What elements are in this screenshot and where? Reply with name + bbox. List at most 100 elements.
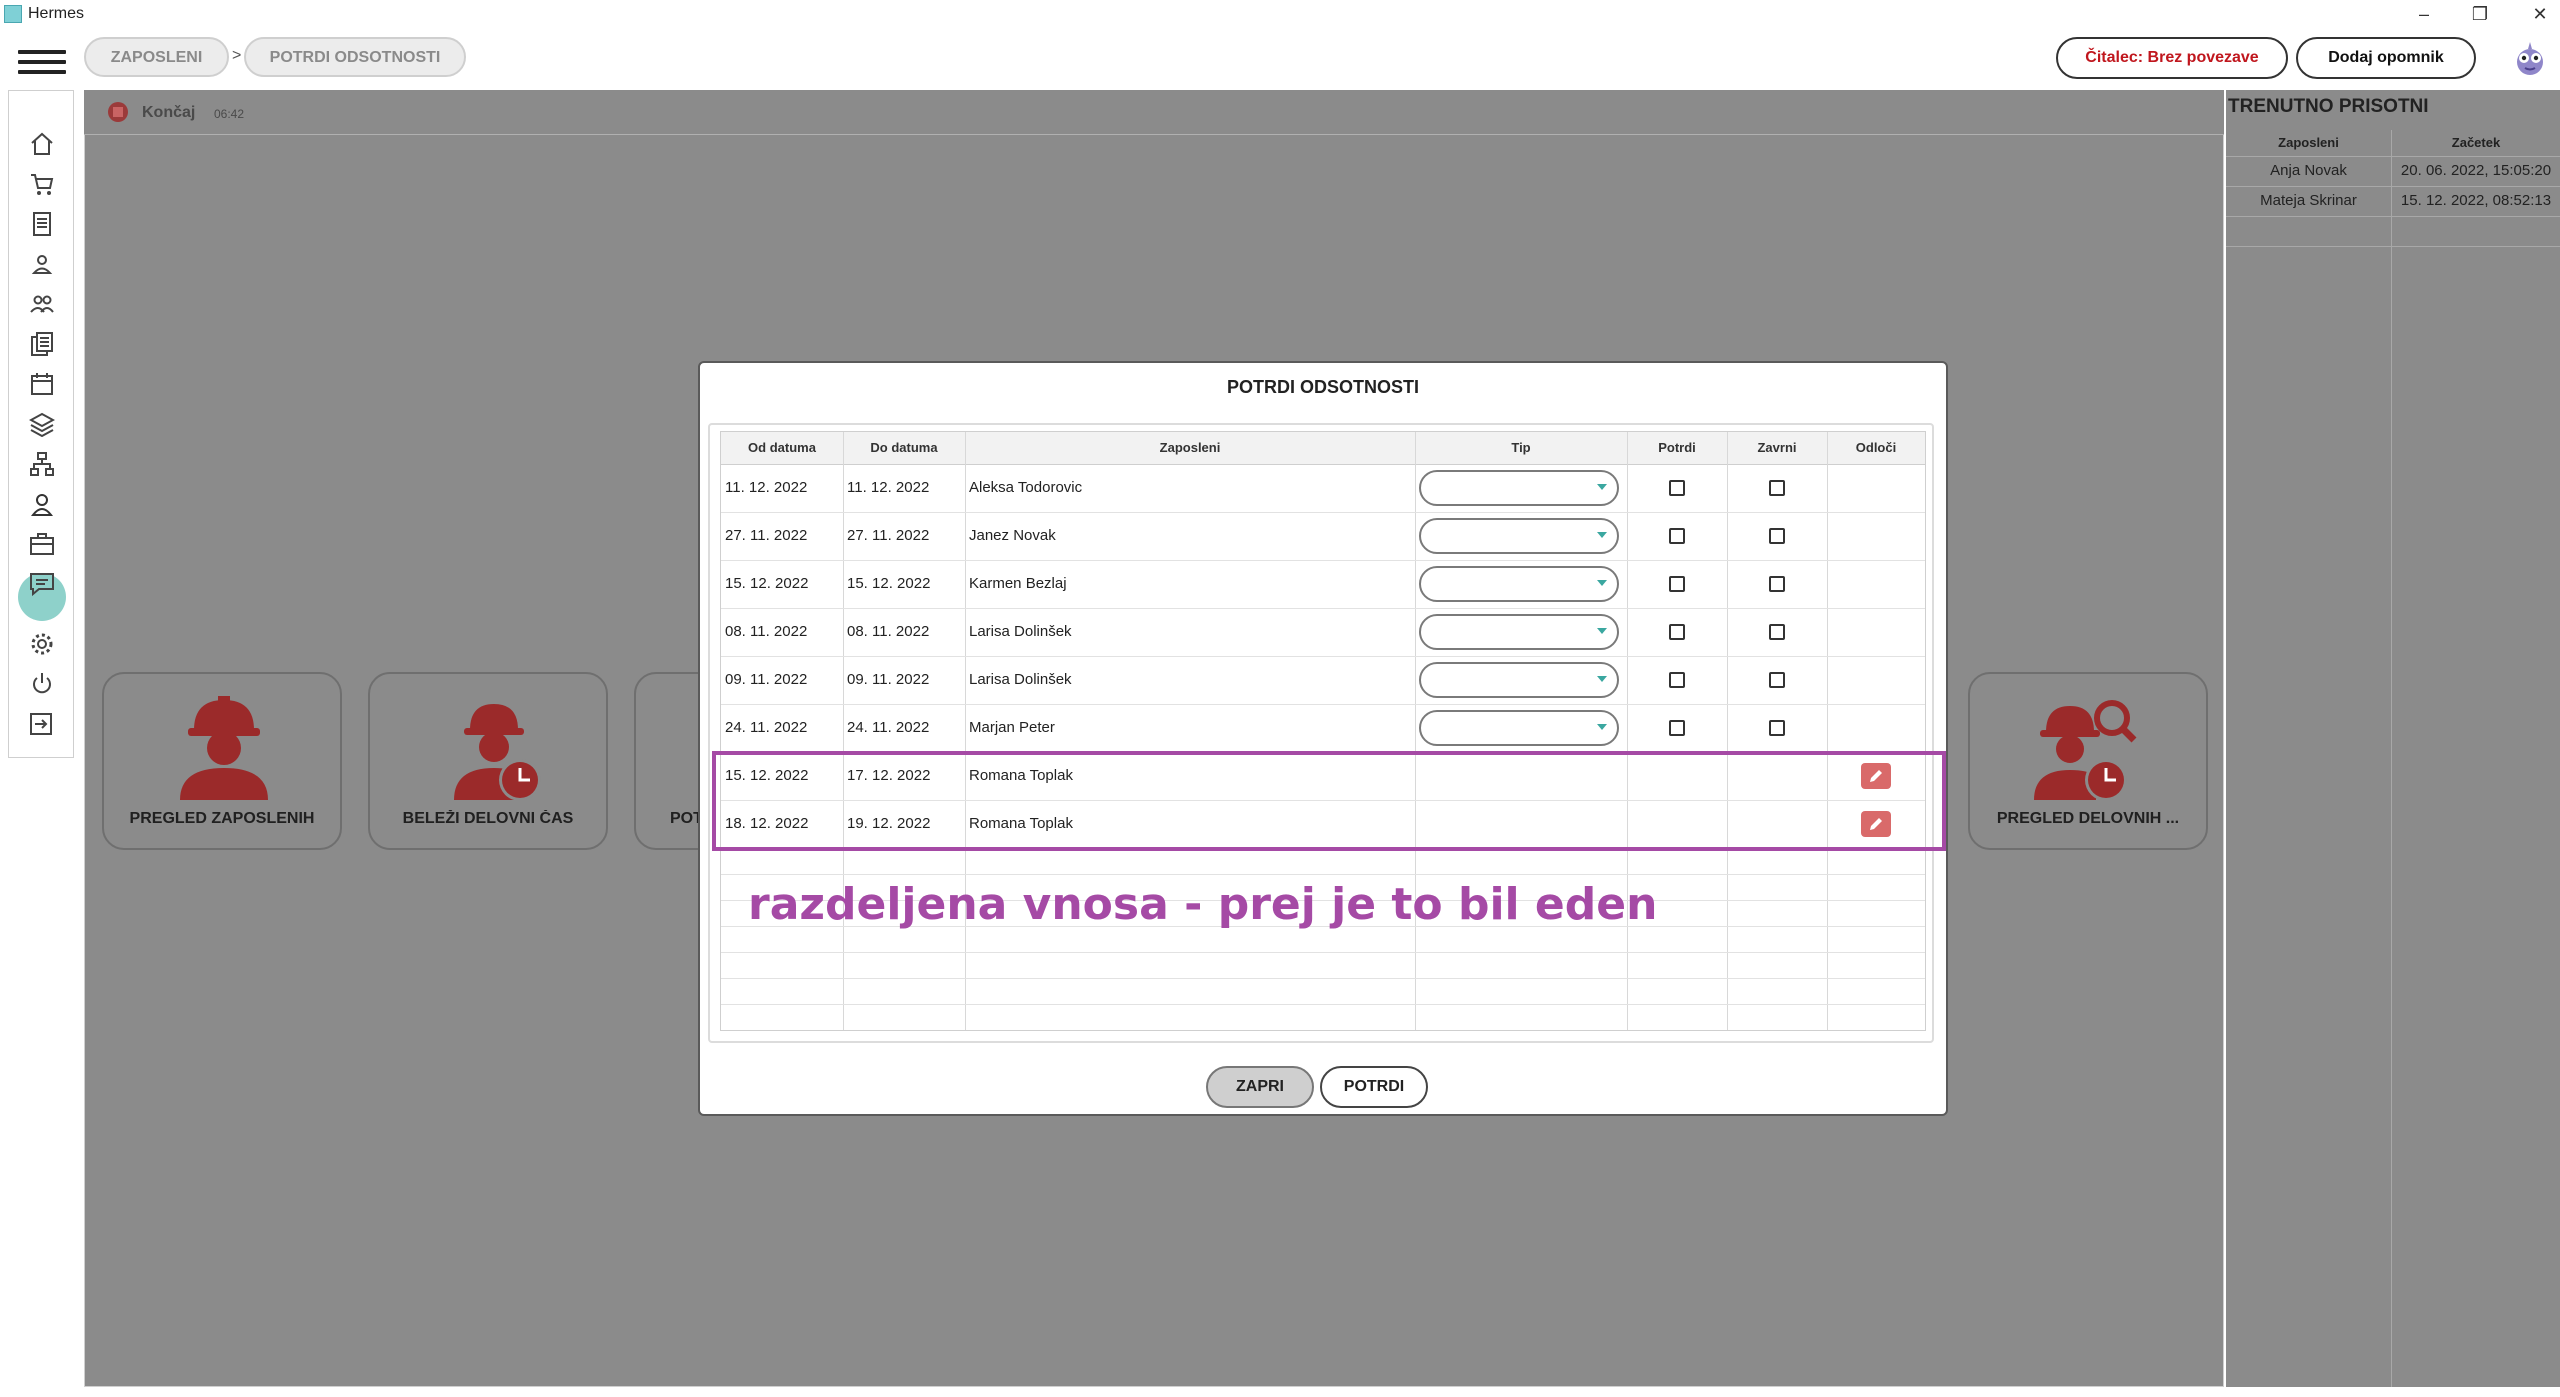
sidebar: [8, 90, 74, 758]
worker-clock-icon: [432, 692, 548, 802]
tile-pregled-zaposlenih[interactable]: PREGLED ZAPOSLENIH: [102, 672, 342, 850]
reject-checkbox[interactable]: [1769, 480, 1785, 496]
reject-checkbox[interactable]: [1769, 528, 1785, 544]
app-icon: [4, 5, 22, 23]
minimize-button[interactable]: –: [2404, 2, 2444, 26]
org-chart-icon[interactable]: [29, 451, 55, 477]
breadcrumb-separator: >: [232, 47, 242, 64]
type-select[interactable]: [1419, 614, 1619, 650]
employee-icon[interactable]: [29, 491, 55, 517]
from-date: 09. 11. 2022: [725, 671, 808, 688]
column-header: Zaposleni: [2278, 135, 2339, 150]
window-title-bar: [0, 0, 2560, 28]
absences-table: Od datuma Do datuma Zaposleni Tip Potrdi…: [720, 431, 1926, 1031]
chevron-down-icon: [1597, 724, 1607, 730]
restore-button[interactable]: ❐: [2460, 2, 2500, 26]
type-select[interactable]: [1419, 470, 1619, 506]
home-icon[interactable]: [29, 131, 55, 157]
type-select[interactable]: [1419, 566, 1619, 602]
chevron-down-icon: [1597, 532, 1607, 538]
worker-search-clock-icon: [2032, 692, 2148, 802]
confirm-checkbox[interactable]: [1669, 720, 1685, 736]
employee-name: Aleksa Todorovic: [969, 479, 1083, 496]
confirm-checkbox[interactable]: [1669, 576, 1685, 592]
from-date: 11. 12. 2022: [725, 479, 808, 496]
close-window-button[interactable]: ✕: [2520, 2, 2560, 26]
person-icon[interactable]: [29, 251, 55, 277]
employee-name: Karmen Bezlaj: [969, 575, 1067, 592]
chat-icon[interactable]: [29, 571, 55, 597]
column-header: Od datuma: [721, 432, 843, 465]
reports-icon[interactable]: [29, 331, 55, 357]
confirm-checkbox[interactable]: [1669, 672, 1685, 688]
tile-label: BELEŽI DELOVNI ČAS: [402, 810, 574, 827]
present-table: Zaposleni Začetek Anja Novak 20. 06. 202…: [2226, 130, 2560, 1387]
column-header: Zaposleni: [965, 432, 1415, 465]
close-button[interactable]: ZAPRI: [1206, 1066, 1314, 1108]
power-icon[interactable]: [29, 671, 55, 697]
reject-checkbox[interactable]: [1769, 576, 1785, 592]
gear-icon[interactable]: [29, 631, 55, 657]
to-date: 27. 11. 2022: [847, 527, 930, 544]
present-start: 20. 06. 2022, 15:05:20: [2400, 162, 2552, 179]
document-icon[interactable]: [29, 211, 55, 237]
confirm-checkbox[interactable]: [1669, 528, 1685, 544]
reject-checkbox[interactable]: [1769, 624, 1785, 640]
type-select[interactable]: [1419, 710, 1619, 746]
logout-icon[interactable]: [29, 711, 55, 737]
tile-pregled-delovnih[interactable]: PREGLED DELOVNIH ...: [1968, 672, 2208, 850]
column-header: Do datuma: [843, 432, 965, 465]
column-header: Zavrni: [1727, 432, 1827, 465]
chevron-down-icon: [1597, 628, 1607, 634]
chevron-down-icon: [1597, 580, 1607, 586]
chevron-down-icon: [1597, 484, 1607, 490]
annotation-highlight-box: [712, 751, 1946, 851]
column-header: Začetek: [2451, 135, 2501, 150]
to-date: 11. 12. 2022: [847, 479, 930, 496]
breadcrumb-zaposleni[interactable]: ZAPOSLENI: [84, 37, 229, 77]
from-date: 08. 11. 2022: [725, 623, 808, 640]
from-date: 15. 12. 2022: [725, 575, 809, 592]
dialog-title: POTRDI ODSOTNOSTI: [1226, 377, 1419, 397]
briefcase-icon[interactable]: [29, 531, 55, 557]
annotation-text: razdeljena vnosa - prej je to bil eden: [748, 879, 1658, 930]
type-select[interactable]: [1419, 662, 1619, 698]
confirm-checkbox[interactable]: [1669, 624, 1685, 640]
column-header: Odloči: [1827, 432, 1925, 465]
tile-label: PREGLED ZAPOSLENIH: [129, 810, 315, 827]
tile-label: PREGLED DELOVNIH ...: [1996, 810, 2180, 827]
present-employee: Anja Novak: [2270, 162, 2347, 179]
add-reminder-button[interactable]: Dodaj opomnik: [2296, 37, 2476, 79]
confirm-absences-dialog: POTRDI ODSOTNOSTI Od datuma Do datuma Za…: [698, 361, 1948, 1116]
type-select[interactable]: [1419, 518, 1619, 554]
to-date: 09. 11. 2022: [847, 671, 930, 688]
employee-name: Larisa Dolinšek: [969, 671, 1072, 688]
present-employee: Mateja Skrinar: [2260, 192, 2357, 209]
reader-status-button[interactable]: Čitalec: Brez povezave: [2056, 37, 2288, 79]
calendar-icon[interactable]: [29, 371, 55, 397]
tile-belezi-delovni-cas[interactable]: BELEŽI DELOVNI ČAS: [368, 672, 608, 850]
breadcrumb-potrdi-odsotnosti[interactable]: POTRDI ODSOTNOSTI: [244, 37, 466, 77]
hamburger-menu-icon[interactable]: [18, 50, 66, 80]
to-date: 24. 11. 2022: [847, 719, 930, 736]
column-header: Tip: [1415, 432, 1627, 465]
layers-icon[interactable]: [28, 411, 56, 438]
present-panel-title: TRENUTNO PRISOTNI: [2228, 96, 2429, 117]
from-date: 24. 11. 2022: [725, 719, 808, 736]
stop-timer-icon[interactable]: [106, 100, 130, 124]
reject-checkbox[interactable]: [1769, 672, 1785, 688]
to-date: 08. 11. 2022: [847, 623, 930, 640]
employee-name: Marjan Peter: [969, 719, 1055, 736]
avatar[interactable]: [2510, 38, 2550, 78]
people-icon[interactable]: [29, 291, 55, 317]
column-header: Potrdi: [1627, 432, 1727, 465]
from-date: 27. 11. 2022: [725, 527, 808, 544]
reject-checkbox[interactable]: [1769, 720, 1785, 736]
confirm-checkbox[interactable]: [1669, 480, 1685, 496]
worker-icon: [166, 692, 282, 802]
end-session-label[interactable]: Končaj: [142, 104, 195, 122]
confirm-button[interactable]: POTRDI: [1320, 1066, 1428, 1108]
session-bar: [84, 90, 2224, 135]
employee-name: Janez Novak: [969, 527, 1056, 544]
cart-icon[interactable]: [29, 171, 55, 197]
